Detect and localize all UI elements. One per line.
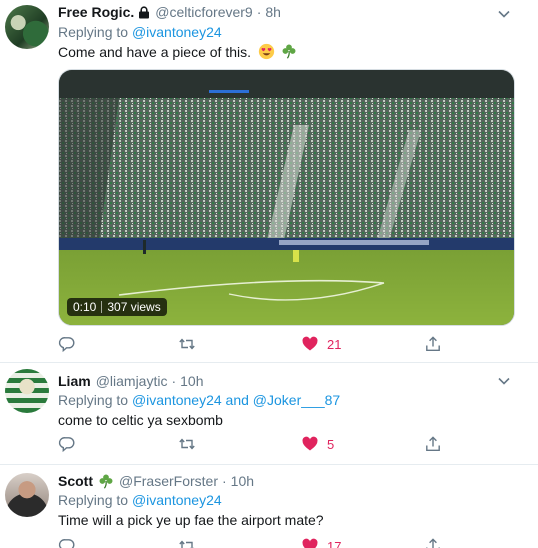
tweet-1[interactable]: Free Rogic. @celticforever9 · 8h Replyin… (0, 0, 538, 362)
retweet-icon (179, 338, 195, 350)
retweet-button[interactable] (178, 434, 196, 454)
retweet-icon (179, 438, 195, 450)
separator-dot: · (222, 473, 227, 489)
author-handle[interactable]: @liamjaytic (96, 372, 168, 390)
author-handle[interactable]: @celticforever9 (155, 3, 252, 21)
like-heart-icon (302, 336, 318, 351)
tweet-text: Time will a pick ye up fae the airport m… (58, 512, 324, 528)
badge-divider (101, 301, 103, 313)
avatar[interactable] (5, 5, 49, 49)
like-button[interactable]: 5 (301, 434, 334, 454)
video-frame (59, 70, 514, 325)
timestamp[interactable]: 10h (180, 372, 203, 390)
embedded-video[interactable]: 0:10 307 views (58, 69, 515, 326)
tweet-actions: 5 (58, 434, 478, 454)
share-button[interactable] (424, 434, 442, 454)
shamrock-icon (282, 44, 296, 59)
retweet-button[interactable] (178, 536, 196, 548)
separator-dot: · (171, 373, 177, 389)
like-count: 21 (327, 336, 342, 352)
like-count: 17 (327, 538, 342, 548)
like-heart-icon (302, 436, 318, 451)
author-name[interactable]: Scott (58, 472, 93, 490)
shamrock-icon (99, 474, 113, 489)
timestamp[interactable]: 8h (265, 3, 281, 21)
mention-link[interactable]: @ivantoney24 (132, 24, 222, 40)
share-button[interactable] (424, 334, 442, 354)
tweet-text: come to celtic ya sexbomb (58, 412, 223, 428)
tweet-actions: 21 (58, 334, 478, 354)
tweet-header: Free Rogic. @celticforever9 · 8h (58, 3, 281, 21)
like-heart-icon (302, 538, 318, 548)
share-icon (426, 538, 440, 548)
chevron-down-icon[interactable] (496, 6, 512, 22)
like-button[interactable]: 17 (301, 536, 341, 548)
reply-button[interactable] (58, 434, 76, 454)
tweet-3[interactable]: Scott @FraserForster · 10h Replying to @… (0, 464, 538, 548)
smiling-face-heart-eyes-icon (258, 43, 275, 60)
author-name[interactable]: Liam (58, 372, 91, 390)
reply-button[interactable] (58, 334, 76, 354)
avatar[interactable] (5, 369, 49, 413)
mention-link[interactable]: @ivantoney24 (132, 392, 222, 408)
replying-to: Replying to @ivantoney24 (58, 24, 222, 40)
tweet-header: Liam @liamjaytic · 10h (58, 372, 204, 390)
share-icon (426, 436, 440, 451)
separator-dot: · (256, 4, 262, 20)
reply-icon (58, 539, 75, 548)
video-duration: 0:10 (73, 300, 97, 314)
share-icon (426, 336, 440, 351)
tweet-actions: 17 (58, 536, 478, 548)
retweet-button[interactable] (178, 334, 196, 354)
lock-icon (139, 5, 150, 18)
like-button[interactable]: 21 (301, 334, 341, 354)
tweet-2[interactable]: Liam @liamjaytic · 10h Replying to @ivan… (0, 362, 538, 464)
mention-link[interactable]: @ivantoney24 (132, 492, 222, 508)
chevron-down-icon[interactable] (496, 373, 512, 389)
reply-button[interactable] (58, 536, 76, 548)
retweet-icon (179, 540, 195, 548)
avatar[interactable] (5, 473, 49, 517)
tweet-header: Scott @FraserForster · 10h (58, 472, 254, 490)
like-count: 5 (327, 436, 335, 452)
author-name[interactable]: Free Rogic. (58, 3, 134, 21)
replying-to: Replying to @ivantoney24 (58, 492, 222, 508)
mention-link[interactable]: @Joker___87 (253, 392, 340, 408)
video-views: 307 views (107, 300, 161, 314)
reply-icon (58, 337, 75, 353)
video-stats-badge: 0:10 307 views (67, 298, 167, 316)
tweet-text: Come and have a piece of this. (58, 43, 297, 61)
replying-to: Replying to @ivantoney24 and @Joker___87 (58, 392, 341, 408)
author-handle[interactable]: @FraserForster (119, 472, 218, 490)
reply-icon (58, 437, 75, 453)
timestamp[interactable]: 10h (231, 472, 254, 490)
share-button[interactable] (424, 536, 442, 548)
